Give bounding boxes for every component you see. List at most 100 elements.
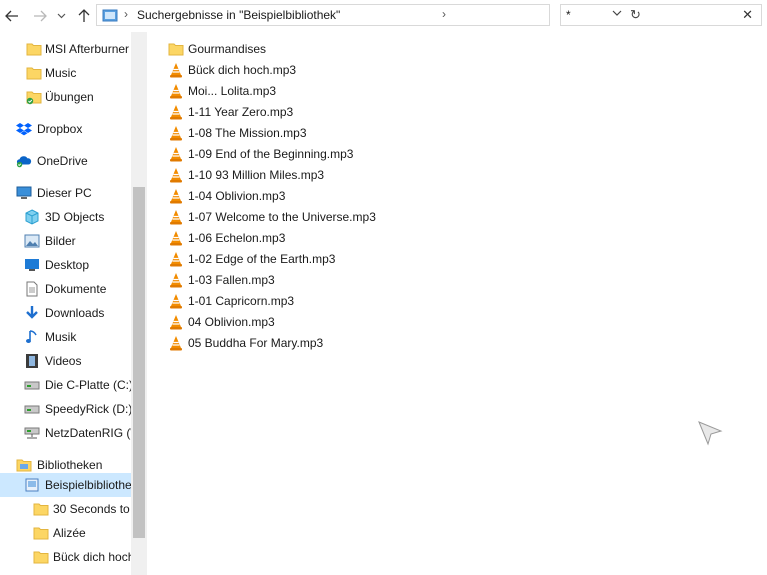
- sidebar-item-dropbox[interactable]: Dropbox: [0, 117, 131, 141]
- sidebar-item-alizée[interactable]: Alizée: [0, 521, 131, 545]
- sidebar-item-3d-objects[interactable]: 3D Objects: [0, 205, 131, 229]
- navigation-pane: Bück dich hoch Alizée 30 Seconds to M Beisp…: [0, 32, 147, 575]
- file-item[interactable]: 1-07 Welcome to the Universe.mp3: [168, 206, 376, 227]
- sidebar-scrollbar-thumb[interactable]: [133, 187, 145, 538]
- folder-item[interactable]: Gourmandises: [168, 38, 266, 59]
- file-name: 1-11 Year Zero.mp3: [188, 104, 294, 119]
- sidebar-item-label: NetzDatenRIG (\\: [45, 426, 131, 440]
- breadcrumb-separator[interactable]: ›: [124, 7, 128, 21]
- file-item[interactable]: 1-06 Echelon.mp3: [168, 227, 285, 248]
- sidebar-item-netzdatenrig[interactable]: NetzDatenRIG (\\: [0, 421, 131, 445]
- sidebar-item-label: SpeedyRick (D:): [45, 402, 131, 416]
- file-item[interactable]: 05 Buddha For Mary.mp3: [168, 332, 323, 353]
- file-name: 1-09 End of the Beginning.mp3: [188, 146, 354, 161]
- file-item[interactable]: 1-02 Edge of the Earth.mp3: [168, 248, 335, 269]
- sidebar-item-bilder[interactable]: Bilder: [0, 229, 131, 253]
- library-icon: [24, 477, 40, 493]
- sidebar-item-bück-dich-hoch[interactable]: Bück dich hoch: [0, 545, 131, 569]
- breadcrumb[interactable]: Suchergebnisse in "Beispielbibliothek": [137, 8, 340, 22]
- folder-icon: [33, 501, 49, 517]
- file-list: Gourmandises Bück dich hoch.mp3 Moi... Lol…: [147, 32, 767, 575]
- sidebar-item-dokumente[interactable]: Dokumente: [0, 277, 131, 301]
- sidebar-item-label: Dieser PC: [37, 186, 92, 200]
- vlc-icon: [168, 125, 184, 141]
- drive-icon: [24, 401, 40, 417]
- sidebar-item-music[interactable]: Music: [0, 61, 131, 85]
- onedrive-icon: [16, 153, 32, 169]
- sidebar-item-label: Dokumente: [45, 282, 107, 296]
- sidebar-item-label: Bilder: [45, 234, 76, 248]
- file-item[interactable]: 1-03 Fallen.mp3: [168, 269, 275, 290]
- library-folder-icon: [102, 9, 118, 22]
- vlc-icon: [168, 104, 184, 120]
- up-button[interactable]: [74, 6, 94, 26]
- file-item[interactable]: 1-04 Oblivion.mp3: [168, 185, 285, 206]
- sidebar-item-label: Downloads: [45, 306, 105, 320]
- file-name: 1-10 93 Million Miles.mp3: [188, 167, 325, 182]
- sidebar-item-musik[interactable]: Musik: [0, 325, 131, 349]
- sidebar-item-label: Bück dich hoch: [53, 550, 131, 564]
- forward-button[interactable]: [30, 6, 50, 26]
- file-name: 1-08 The Mission.mp3: [188, 125, 307, 140]
- vlc-icon: [168, 293, 184, 309]
- sidebar-item-msi-afterburner[interactable]: MSI Afterburner: [0, 37, 131, 61]
- file-item[interactable]: Bück dich hoch.mp3: [168, 59, 296, 80]
- vlc-icon: [168, 83, 184, 99]
- file-item[interactable]: 1-10 93 Million Miles.mp3: [168, 164, 324, 185]
- file-name: Gourmandises: [188, 41, 267, 56]
- documents-icon: [24, 281, 40, 297]
- file-item[interactable]: Moi... Lolita.mp3: [168, 80, 276, 101]
- vlc-icon: [168, 188, 184, 204]
- file-name: Bück dich hoch.mp3: [188, 62, 297, 77]
- recent-locations-button[interactable]: [54, 6, 68, 26]
- folder-icon: [33, 549, 49, 565]
- vlc-icon: [168, 146, 184, 162]
- sidebar-item-label: Videos: [45, 354, 82, 368]
- downloads-icon: [24, 305, 40, 321]
- clear-search-button[interactable]: ✕: [742, 7, 753, 23]
- sidebar-item-label: Dropbox: [37, 122, 83, 136]
- sidebar-item-label: Die C-Platte (C:): [45, 378, 131, 392]
- arrow-left-icon: [5, 10, 18, 22]
- arrow-up-icon: [78, 9, 90, 22]
- address-bar[interactable]: › Suchergebnisse in "Beispielbibliothek"…: [96, 4, 641, 26]
- file-name: 1-02 Edge of the Earth.mp3: [188, 251, 336, 266]
- sidebar-item-bibliotheken[interactable]: Bibliotheken: [0, 453, 131, 477]
- file-item[interactable]: 1-01 Capricorn.mp3: [168, 290, 294, 311]
- file-item[interactable]: 1-09 End of the Beginning.mp3: [168, 143, 353, 164]
- folder-icon: [168, 41, 184, 57]
- vlc-icon: [168, 62, 184, 78]
- sidebar-item-videos[interactable]: Videos: [0, 349, 131, 373]
- folder-icon: [26, 65, 42, 81]
- back-button[interactable]: [2, 6, 22, 26]
- drive-icon: [24, 377, 40, 393]
- arrow-right-icon: [34, 10, 47, 22]
- file-name: 1-06 Echelon.mp3: [188, 230, 286, 245]
- sidebar-item-onedrive[interactable]: OneDrive: [0, 149, 131, 173]
- breadcrumb-separator-end[interactable]: ›: [442, 7, 446, 21]
- sidebar-item-label: 3D Objects: [45, 210, 105, 224]
- computer-icon: [16, 185, 32, 201]
- file-item[interactable]: 1-11 Year Zero.mp3: [168, 101, 293, 122]
- file-name: 1-07 Welcome to the Universe.mp3: [188, 209, 376, 224]
- search-box[interactable]: * ✕: [560, 4, 762, 26]
- file-name: 1-01 Capricorn.mp3: [188, 293, 295, 308]
- file-name: 1-03 Fallen.mp3: [188, 272, 275, 287]
- sidebar-item-desktop[interactable]: Desktop: [0, 253, 131, 277]
- sidebar-item-label: Music: [45, 66, 77, 80]
- sidebar-item-übungen[interactable]: Übungen: [0, 85, 131, 109]
- sidebar-item-30-seconds-to-m[interactable]: 30 Seconds to M: [0, 497, 131, 521]
- file-item[interactable]: 1-08 The Mission.mp3: [168, 122, 307, 143]
- desktop-icon: [24, 257, 40, 273]
- network-drive-icon: [24, 425, 40, 441]
- vlc-icon: [168, 272, 184, 288]
- file-item[interactable]: 04 Oblivion.mp3: [168, 311, 275, 332]
- sidebar-item-die-c-platte-c[interactable]: Die C-Platte (C:): [0, 373, 131, 397]
- sidebar-item-dieser-pc[interactable]: Dieser PC: [0, 181, 131, 205]
- vlc-icon: [168, 251, 184, 267]
- video-icon: [24, 353, 40, 369]
- sidebar-item-downloads[interactable]: Downloads: [0, 301, 131, 325]
- file-name: 05 Buddha For Mary.mp3: [188, 335, 324, 350]
- search-input[interactable]: *: [566, 8, 571, 22]
- sidebar-item-speedyrick-d[interactable]: SpeedyRick (D:): [0, 397, 131, 421]
